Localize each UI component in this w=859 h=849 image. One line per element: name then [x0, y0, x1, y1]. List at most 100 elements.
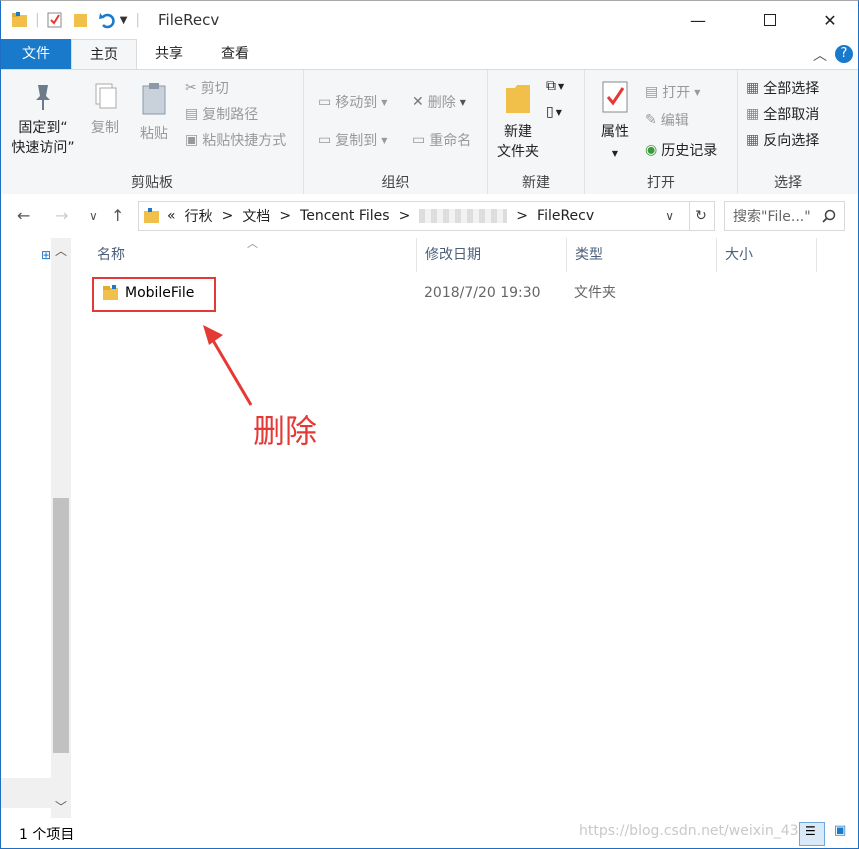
- new-folder-large-icon: [506, 85, 530, 113]
- crumb-user[interactable]: 行秋: [185, 206, 213, 226]
- crumb-filerecv[interactable]: FileRecv: [537, 208, 594, 224]
- properties-dropdown-icon: ▼: [611, 149, 619, 158]
- new-folder-button[interactable]: 新建 文件夹: [492, 80, 544, 162]
- tab-share[interactable]: 共享: [139, 39, 199, 69]
- copy-path-icon: ▤: [185, 106, 199, 122]
- rename-label: 重命名: [429, 133, 472, 149]
- paste-shortcut-icon: ▣: [185, 132, 199, 148]
- column-header-size[interactable]: 大小: [717, 238, 817, 272]
- crumb-tencent-files[interactable]: Tencent Files: [300, 208, 390, 224]
- details-view-button[interactable]: ☰: [799, 822, 825, 846]
- crumb-separator[interactable]: >: [279, 208, 291, 224]
- column-header-modified[interactable]: 修改日期: [417, 238, 567, 272]
- open-icon: ▤: [645, 84, 659, 100]
- pin-quick-access-button[interactable]: 固定到“ 快速访问”: [7, 82, 79, 158]
- watermark-text: https://blog.csdn.net/weixin_43: [579, 823, 799, 839]
- properties-check-icon[interactable]: [46, 11, 64, 29]
- qat-dropdown-icon[interactable]: ▼: [120, 15, 128, 26]
- paste-button[interactable]: 粘贴: [133, 82, 175, 144]
- window-title: FileRecv: [158, 11, 220, 29]
- easy-access-button[interactable]: ▯ ▼: [546, 104, 562, 120]
- recent-locations-icon[interactable]: ∨: [89, 209, 98, 223]
- crumb-separator[interactable]: >: [222, 208, 234, 224]
- rename-icon: ▭: [412, 132, 426, 148]
- column-header-type[interactable]: 类型: [567, 238, 717, 272]
- delete-button[interactable]: ✕ 删除 ▼: [412, 92, 466, 112]
- close-button[interactable]: ✕: [807, 1, 853, 39]
- explorer-window: | ▼ | FileRecv — ✕ 文件 主页 共享 查看 ︿ ? 固定到“ …: [0, 0, 859, 849]
- column-header-name[interactable]: 名称: [89, 238, 417, 272]
- tab-file[interactable]: 文件: [1, 39, 71, 69]
- crumb-overflow[interactable]: «: [167, 208, 176, 224]
- address-dropdown-icon[interactable]: ∨: [665, 209, 674, 223]
- folder-app-icon: [12, 12, 27, 27]
- pin-label-line2: 快速访问”: [11, 140, 75, 156]
- maximize-button[interactable]: [747, 1, 793, 39]
- invert-selection-button[interactable]: ▦ 反向选择: [746, 130, 819, 150]
- organize-group-label: 组织: [381, 175, 410, 191]
- select-none-button[interactable]: ▦ 全部取消: [746, 104, 819, 124]
- ribbon-tabs: 文件 主页 共享 查看 ︿ ?: [1, 39, 858, 71]
- refresh-button[interactable]: ↻: [688, 201, 715, 231]
- copy-to-button[interactable]: ▭ 复制到 ▼: [318, 130, 387, 150]
- nav-scrollbar[interactable]: ︿ ﹀: [51, 238, 71, 818]
- new-item-button[interactable]: ⧉ ▼: [546, 78, 564, 94]
- copy-path-button[interactable]: ▤ 复制路径: [185, 104, 258, 124]
- delete-dropdown-icon: ▼: [459, 97, 466, 107]
- pin-icon: [36, 85, 50, 110]
- back-arrow-icon[interactable]: ←: [17, 206, 30, 225]
- address-bar[interactable]: « 行秋 > 文档 > Tencent Files > > FileRecv ∨: [138, 201, 690, 231]
- open-dropdown-icon: ▼: [694, 87, 701, 97]
- crumb-separator[interactable]: >: [399, 208, 411, 224]
- copy-icon: [95, 83, 117, 109]
- copy-to-label: 复制到: [335, 133, 378, 149]
- open-button[interactable]: ▤ 打开 ▼: [645, 82, 700, 102]
- crumb-separator[interactable]: >: [516, 208, 528, 224]
- undo-icon[interactable]: [98, 11, 116, 29]
- move-to-button[interactable]: ▭ 移动到 ▼: [318, 92, 387, 112]
- help-icon[interactable]: ?: [835, 45, 853, 63]
- group-select: ▦ 全部选择 ▦ 全部取消 ▦ 反向选择 选择: [738, 70, 838, 194]
- tab-home[interactable]: 主页: [71, 39, 137, 71]
- forward-arrow-icon[interactable]: →: [55, 206, 68, 225]
- ribbon: 固定到“ 快速访问” 复制 粘贴 ✂ 剪切 ▤ 复制路径 ▣ 粘贴快捷方式 剪贴板 ▭…: [1, 69, 858, 195]
- crumb-documents[interactable]: 文档: [242, 206, 270, 226]
- select-all-label: 全部选择: [763, 81, 820, 97]
- copy-to-icon: ▭: [318, 132, 332, 148]
- large-icons-view-button[interactable]: ▣: [829, 822, 853, 844]
- paste-label: 粘贴: [140, 126, 168, 142]
- scrollbar-thumb[interactable]: [53, 498, 69, 753]
- scroll-down-icon[interactable]: ﹀: [55, 798, 67, 815]
- select-all-button[interactable]: ▦ 全部选择: [746, 78, 819, 98]
- group-clipboard: 固定到“ 快速访问” 复制 粘贴 ✂ 剪切 ▤ 复制路径 ▣ 粘贴快捷方式 剪贴板: [1, 70, 304, 194]
- minimize-button[interactable]: —: [675, 1, 721, 39]
- properties-button[interactable]: 属性 ▼: [593, 80, 637, 164]
- history-button[interactable]: ◉ 历史记录: [645, 140, 717, 160]
- paste-icon: [142, 83, 166, 115]
- annotation-arrow: [203, 325, 253, 406]
- rename-button[interactable]: ▭ 重命名: [412, 130, 471, 150]
- collapse-ribbon-icon[interactable]: ︿: [813, 45, 827, 65]
- edit-label: 编辑: [660, 113, 689, 129]
- history-icon: ◉: [645, 142, 658, 158]
- select-none-icon: ▦: [746, 106, 760, 122]
- copy-label: 复制: [91, 120, 119, 136]
- search-placeholder: 搜索"File...": [733, 209, 811, 225]
- invert-selection-label: 反向选择: [763, 133, 820, 149]
- quick-access-toolbar: | ▼ |: [11, 9, 148, 31]
- search-box[interactable]: 搜索"File...": [724, 201, 845, 231]
- new-folder-icon[interactable]: [72, 11, 90, 29]
- cut-button[interactable]: ✂ 剪切: [185, 78, 229, 98]
- up-arrow-icon[interactable]: ↑: [111, 206, 124, 225]
- new-folder-line1: 新建: [504, 124, 532, 140]
- qat-separator: |: [35, 12, 40, 28]
- crumb-blurred[interactable]: [419, 209, 508, 223]
- open-label: 打开: [662, 85, 691, 101]
- tab-view[interactable]: 查看: [205, 39, 265, 69]
- edit-button[interactable]: ✎ 编辑: [645, 110, 689, 130]
- paste-shortcut-button[interactable]: ▣ 粘贴快捷方式: [185, 130, 286, 150]
- navigation-bar: ← → ∨ ↑ « 行秋 > 文档 > Tencent Files > > Fi…: [1, 194, 858, 238]
- scroll-up-icon[interactable]: ︿: [55, 242, 67, 259]
- file-modified: 2018/7/20 19:30: [424, 285, 541, 301]
- copy-button[interactable]: 复制: [85, 82, 125, 138]
